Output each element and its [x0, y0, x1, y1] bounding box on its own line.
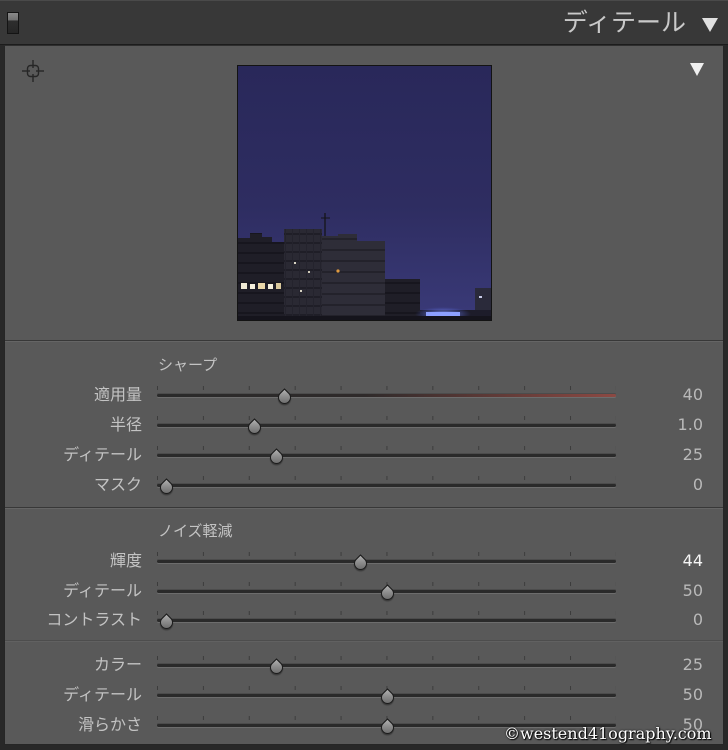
slider-row-color-detail: ディテール 50 [0, 685, 728, 705]
detail-preview[interactable] [237, 65, 492, 321]
slider-label: 半径 [109, 415, 142, 434]
building-low [385, 279, 420, 320]
window-light [300, 290, 302, 292]
window-light [258, 283, 265, 289]
slider-value[interactable]: 25 [620, 655, 703, 675]
window-light [268, 284, 273, 289]
section-divider [5, 340, 723, 342]
slider-row-luminance: 輝度 44 [0, 551, 728, 571]
slider-label: カラー [93, 655, 142, 674]
section-divider [5, 507, 723, 509]
slider-track[interactable] [157, 552, 616, 563]
triangle-down-icon[interactable] [702, 18, 718, 32]
slider-value[interactable]: 40 [620, 385, 703, 405]
slider-thumb[interactable] [158, 477, 174, 496]
window-light [308, 271, 310, 273]
slider-row-luminance-detail: ディテール 50 [0, 581, 728, 601]
slider-label: 適用量 [93, 385, 142, 404]
slider-label: ディテール [63, 581, 142, 600]
slider-value[interactable]: 1.0 [620, 415, 703, 435]
slider-thumb[interactable] [276, 387, 292, 406]
slider-label: ディテール [63, 685, 142, 704]
copyright-watermark: ©westend41ography.com [504, 724, 712, 743]
slider-thumb[interactable] [269, 657, 285, 676]
detail-panel-window: ディテール シャープ 適用量 40 半径 1.0 ディテール 25 マスク 0 … [0, 0, 728, 750]
slider-label: マスク [93, 475, 142, 494]
slider-track[interactable] [157, 386, 616, 397]
slider-value[interactable]: 25 [620, 445, 703, 465]
slider-row-radius: 半径 1.0 [0, 415, 728, 435]
slider-track[interactable] [157, 611, 616, 622]
window-light [241, 283, 247, 289]
slider-track[interactable] [157, 476, 616, 487]
night-city-photo [238, 66, 491, 320]
building-left [238, 233, 284, 320]
slider-thumb[interactable] [379, 717, 395, 736]
sharpening-title: シャープ [158, 356, 218, 374]
subsection-divider [5, 640, 723, 642]
slider-thumb[interactable] [246, 417, 262, 436]
slider-thumb[interactable] [352, 553, 368, 572]
slider-value[interactable]: 0 [620, 475, 703, 495]
slider-row-detail: ディテール 25 [0, 445, 728, 465]
building-middle [322, 234, 385, 320]
slider-row-luminance-contrast: コントラスト 0 [0, 610, 728, 630]
slider-value[interactable]: 44 [620, 551, 703, 571]
slider-label: ディテール [63, 445, 142, 464]
slider-thumb[interactable] [379, 687, 395, 706]
slider-row-amount: 適用量 40 [0, 385, 728, 405]
orange-light [336, 269, 340, 273]
slider-row-color: カラー 25 [0, 655, 728, 675]
slider-track[interactable] [157, 582, 616, 593]
slider-thumb[interactable] [158, 612, 174, 631]
slider-track[interactable] [157, 416, 616, 427]
slider-value[interactable]: 50 [620, 581, 703, 601]
blue-light [426, 312, 460, 316]
slider-thumb[interactable] [269, 447, 285, 466]
crosshair-target-icon[interactable] [21, 59, 45, 83]
triangle-down-icon[interactable] [690, 63, 704, 76]
window-light [294, 262, 296, 264]
slider-track[interactable] [157, 656, 616, 667]
ground-shadow [238, 316, 491, 320]
slider-value[interactable]: 0 [620, 610, 703, 630]
window-light [250, 284, 255, 289]
slider-label: 輝度 [109, 551, 142, 570]
slider-label: コントラスト [46, 610, 142, 629]
slider-thumb[interactable] [379, 583, 395, 602]
building-tower [284, 229, 322, 320]
panel-title[interactable]: ディテール [563, 6, 686, 40]
window-light [276, 283, 281, 289]
panel-header[interactable]: ディテール [0, 0, 728, 45]
slider-track[interactable] [157, 686, 616, 697]
panel-switch-icon[interactable] [7, 12, 19, 34]
slider-value[interactable]: 50 [620, 685, 703, 705]
window-light [479, 296, 482, 298]
slider-row-masking: マスク 0 [0, 475, 728, 495]
noise-reduction-title: ノイズ軽減 [158, 522, 233, 540]
slider-track[interactable] [157, 446, 616, 457]
slider-label: 滑らかさ [77, 715, 142, 734]
